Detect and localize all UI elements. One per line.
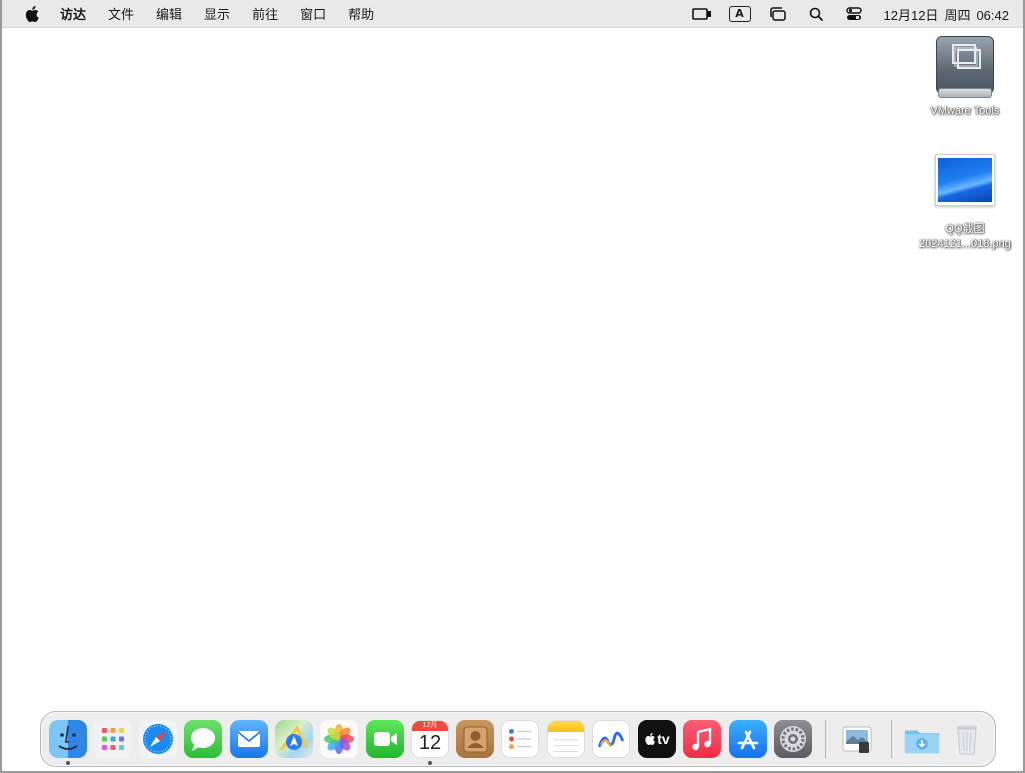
dock: 12月 12 tv (40, 711, 996, 767)
input-method-label: A (728, 6, 751, 22)
calendar-day: 12 (418, 732, 442, 754)
desktop-icon-label-line1: QQ截图 (945, 223, 985, 235)
status-area: A 12月12日 周四 06:42 (690, 0, 1023, 28)
input-method-icon[interactable]: A (728, 4, 752, 24)
screen-mirroring-icon[interactable] (690, 4, 714, 24)
image-thumbnail (935, 154, 995, 206)
menu-window[interactable]: 窗口 (300, 4, 326, 23)
apple-icon[interactable] (24, 5, 40, 23)
menu-bar: 访达 文件 编辑 显示 前往 窗口 帮助 A 12月12日 周四 06:42 (2, 0, 1023, 28)
menu-view[interactable]: 显示 (204, 4, 230, 23)
dock-separator (891, 720, 892, 758)
dock-contacts-icon[interactable] (456, 720, 494, 758)
menu-edit[interactable]: 编辑 (156, 4, 182, 23)
menu-go[interactable]: 前往 (252, 4, 278, 23)
dock-preview-icon[interactable] (838, 720, 876, 758)
dock-system-settings-icon[interactable] (774, 720, 812, 758)
menubar-clock[interactable]: 12月12日 周四 06:42 (884, 5, 1009, 24)
dock-launchpad-icon[interactable] (94, 720, 132, 758)
dock-notes-icon[interactable] (547, 720, 585, 758)
stage-manager-icon[interactable] (766, 4, 790, 24)
dock-downloads-folder-icon[interactable] (903, 720, 941, 758)
dock-messages-icon[interactable] (184, 720, 222, 758)
spotlight-search-icon[interactable] (804, 4, 828, 24)
dock-photos-icon[interactable] (320, 720, 358, 758)
menu-file[interactable]: 文件 (108, 4, 134, 23)
clock-time: 06:42 (976, 7, 1009, 23)
dock-calendar-icon[interactable]: 12月 12 (411, 720, 449, 758)
disk-icon (936, 36, 994, 98)
dock-separator (825, 720, 826, 758)
dock-running-indicator (66, 761, 70, 765)
dock-mail-icon[interactable] (230, 720, 268, 758)
desktop-icon-vmware-tools[interactable]: VMware Tools (900, 36, 1025, 119)
desktop-icon-screenshot-file[interactable]: QQ截图 2024121...018.png (900, 154, 1025, 252)
dock-maps-icon[interactable] (275, 720, 313, 758)
dock-facetime-icon[interactable] (366, 720, 404, 758)
menu-help[interactable]: 帮助 (348, 4, 374, 23)
dock-safari-icon[interactable] (139, 720, 177, 758)
tv-label: tv (657, 731, 670, 747)
desktop-icon-label-line2: 2024121...018.png (919, 238, 1011, 250)
clock-date: 12月12日 (883, 7, 939, 23)
dock-app-store-icon[interactable] (729, 720, 767, 758)
dock-tv-icon[interactable]: tv (638, 720, 676, 758)
desktop-icon-label: VMware Tools (930, 105, 1000, 117)
dock-trash-icon[interactable] (948, 720, 986, 758)
control-center-icon[interactable] (842, 4, 866, 24)
dock-freeform-icon[interactable] (592, 720, 630, 758)
dock-reminders-icon[interactable] (501, 720, 539, 758)
clock-weekday: 周四 (944, 7, 971, 23)
dock-finder-icon[interactable] (49, 720, 87, 758)
calendar-month: 12月 (412, 721, 448, 731)
dock-running-indicator (428, 761, 432, 765)
dock-music-icon[interactable] (683, 720, 721, 758)
menu-app-finder[interactable]: 访达 (60, 4, 86, 23)
